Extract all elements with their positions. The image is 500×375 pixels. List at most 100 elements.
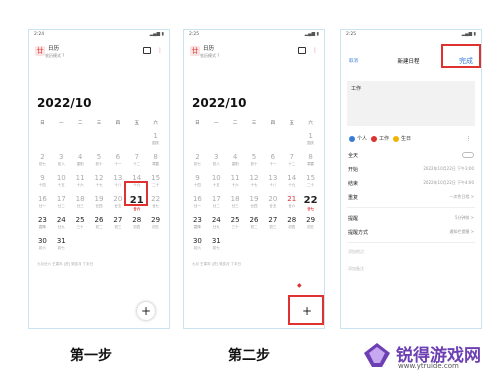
day-cell[interactable]: 19 廿四 — [245, 195, 264, 214]
day-cell[interactable]: 30 初六 — [33, 237, 52, 256]
day-cell[interactable]: 23 霜降 — [33, 216, 52, 235]
event-title-input[interactable]: 工作 — [347, 81, 475, 126]
day-cell[interactable]: 4 重阳 — [71, 153, 90, 172]
day-cell[interactable]: 10 十五 — [52, 174, 71, 193]
day-cell[interactable]: 12 十七 — [245, 174, 264, 193]
day-cell[interactable]: 21 廿六 — [282, 195, 301, 214]
day-cell[interactable]: 5 初十 — [90, 153, 109, 172]
lunar-date: 十六 — [76, 183, 84, 187]
lunar-date: 十二 — [288, 162, 296, 166]
day-number: 20 — [113, 195, 123, 203]
day-cell[interactable]: 1 国庆 — [146, 132, 165, 151]
day-cell[interactable]: 9 十四 — [33, 174, 52, 193]
day-cell[interactable]: 18 廿三 — [226, 195, 245, 214]
day-cell[interactable]: 31 初七 — [52, 237, 71, 256]
setting-label: 重复 — [348, 194, 359, 201]
lunar-date: 二十 — [152, 183, 160, 187]
day-cell[interactable]: 2 初七 — [33, 153, 52, 172]
calendar-view-icon[interactable] — [143, 47, 151, 54]
day-cell — [33, 132, 52, 151]
day-cell[interactable]: 26 初二 — [245, 216, 264, 235]
day-cell[interactable]: 18 廿三 — [71, 195, 90, 214]
app-subtitle[interactable]: 农历模式 ? — [45, 53, 64, 59]
setting-row[interactable]: 重复 一次性日程 > — [341, 190, 481, 204]
day-cell[interactable]: 30 初六 — [188, 237, 207, 256]
day-cell[interactable]: 17 廿二 — [207, 195, 226, 214]
day-cell[interactable]: 4 重阳 — [226, 153, 245, 172]
day-cell[interactable]: 20 廿五 — [263, 195, 282, 214]
lunar-date: 初八 — [57, 162, 65, 166]
tag-3[interactable]: 生日 — [393, 135, 411, 142]
day-cell[interactable]: 3 初八 — [207, 153, 226, 172]
day-number: 28 — [132, 216, 142, 224]
day-cell[interactable]: 3 初八 — [52, 153, 71, 172]
location-field[interactable]: 添加地点 — [341, 246, 481, 263]
day-cell[interactable]: 2 初七 — [188, 153, 207, 172]
day-cell[interactable]: 12 十七 — [90, 174, 109, 193]
day-cell[interactable]: 14 十九 — [282, 174, 301, 193]
day-cell[interactable]: 29 初五 — [301, 216, 320, 235]
day-cell[interactable]: 11 十六 — [226, 174, 245, 193]
day-cell[interactable]: 10 十五 — [207, 174, 226, 193]
day-cell[interactable]: 24 廿九 — [207, 216, 226, 235]
weekday-label: 五 — [289, 121, 294, 126]
cancel-button[interactable]: 取消 — [349, 58, 358, 64]
tag-2[interactable]: 工作 — [371, 135, 389, 142]
day-cell[interactable]: 23 霜降 — [188, 216, 207, 235]
more-icon[interactable]: ⋮ — [312, 47, 318, 54]
day-cell[interactable]: 16 廿一 — [33, 195, 52, 214]
more-icon[interactable]: ⋮ — [157, 47, 163, 54]
day-cell[interactable]: 24 廿九 — [52, 216, 71, 235]
day-cell[interactable]: 28 初四 — [282, 216, 301, 235]
setting-value: 2022年10月22日 下午4:00 — [423, 180, 474, 185]
setting-row[interactable]: 提醒 5分钟前 > — [341, 211, 481, 225]
month-grid: 1 国庆 2 初七 3 初八 4 重阳 5 初十 6 十一 7 十二 8 寒露 9 十四 10 十五 11 十六 12 十七 1… — [184, 126, 324, 256]
day-number: 9 — [195, 174, 200, 182]
day-cell[interactable]: 5 初十 — [245, 153, 264, 172]
setting-row[interactable]: 开始 2022年10月22日 下午3:00 — [341, 162, 481, 176]
day-cell[interactable]: 8 寒露 — [301, 153, 320, 172]
day-cell[interactable]: 22 廿七 — [301, 195, 320, 214]
app-subtitle[interactable]: 农历模式 ? — [200, 53, 219, 59]
day-cell[interactable]: 16 廿一 — [188, 195, 207, 214]
calendar-view-icon[interactable] — [298, 47, 306, 54]
setting-row[interactable]: 提醒方式 通知栏提醒 > — [341, 225, 481, 239]
weekday-label: 二 — [77, 121, 83, 126]
setting-row[interactable]: 全天 — [341, 148, 481, 162]
day-cell[interactable]: 31 初七 — [207, 237, 226, 256]
day-cell[interactable]: 13 十八 — [263, 174, 282, 193]
day-cell[interactable]: 28 初四 — [127, 216, 146, 235]
tag-1[interactable]: 个人 — [349, 135, 367, 142]
day-cell[interactable]: 11 十六 — [71, 174, 90, 193]
day-cell[interactable]: 7 十二 — [127, 153, 146, 172]
day-cell[interactable]: 29 初五 — [146, 216, 165, 235]
all-day-toggle[interactable] — [462, 152, 474, 158]
day-cell[interactable]: 7 十二 — [282, 153, 301, 172]
day-cell[interactable]: 9 十四 — [188, 174, 207, 193]
app-header: 廿 日历 农历模式 ? ⋮ — [29, 43, 169, 64]
day-cell[interactable]: 6 十一 — [263, 153, 282, 172]
day-number: 4 — [77, 153, 83, 161]
tag-more-icon[interactable]: ⋮ — [466, 136, 471, 142]
day-cell[interactable]: 6 十一 — [108, 153, 127, 172]
day-cell[interactable]: 17 廿二 — [52, 195, 71, 214]
day-cell[interactable]: 25 三十 — [71, 216, 90, 235]
day-cell[interactable]: 8 寒露 — [146, 153, 165, 172]
status-time: 2:25 — [189, 32, 200, 37]
day-cell[interactable]: 19 廿四 — [90, 195, 109, 214]
day-cell[interactable]: 1 国庆 — [301, 132, 320, 151]
day-cell[interactable]: 27 初三 — [263, 216, 282, 235]
day-cell[interactable]: 22 廿七 — [146, 195, 165, 214]
add-event-button[interactable]: + — [137, 302, 155, 320]
setting-row[interactable]: 结束 2022年10月22日 下午4:00 — [341, 176, 481, 190]
day-cell[interactable]: 27 初三 — [108, 216, 127, 235]
weekday-label: 一 — [214, 121, 219, 126]
day-cell[interactable]: 25 三十 — [226, 216, 245, 235]
day-number: 2 — [40, 153, 45, 161]
setting-label: 结束 — [348, 180, 359, 187]
day-cell[interactable]: 26 初二 — [90, 216, 109, 235]
status-icons: ▂▄▆ ▮ — [461, 32, 476, 37]
notes-field[interactable]: 添加备注 — [341, 263, 481, 280]
day-cell[interactable]: 15 二十 — [146, 174, 165, 193]
day-cell[interactable]: 15 二十 — [301, 174, 320, 193]
